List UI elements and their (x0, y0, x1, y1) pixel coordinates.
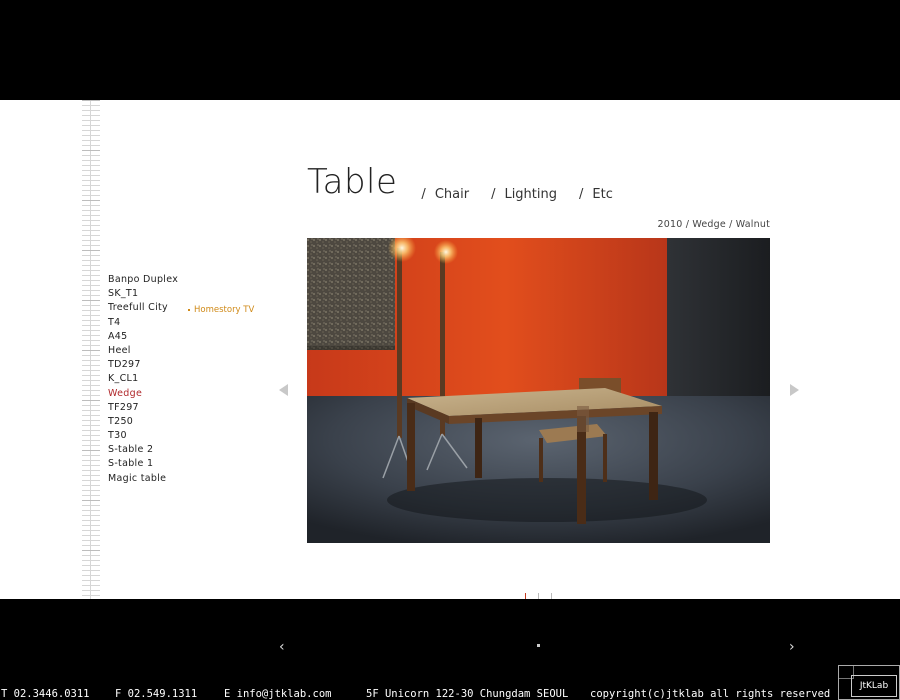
triangle-left-icon[interactable] (279, 384, 288, 396)
ruler-mark (82, 450, 100, 451)
list-item-s-table-1[interactable]: S-table 1 (108, 457, 178, 471)
triangle-right-icon[interactable] (790, 384, 799, 396)
ruler-mark (82, 100, 100, 101)
ruler-mark (82, 350, 100, 351)
list-item-treefull-city[interactable]: Treefull City (108, 301, 178, 315)
logo-text: JtKLab (851, 675, 897, 697)
fax: F 02.549.1311 (115, 688, 198, 700)
ruler-mark (82, 150, 100, 151)
nav-link-chair[interactable]: Chair (435, 187, 469, 202)
address: 5F Unicorn 122-30 Chungdam SEOUL (366, 688, 569, 700)
chevron-right-icon[interactable]: › (789, 639, 795, 655)
product-list: Banpo Duplex SK_T1 Treefull City T4 A45 … (108, 273, 178, 486)
content-area: Table / Chair / Lighting / Etc 2010 / Wedge / … (0, 100, 900, 599)
jtklab-logo[interactable]: JtKLab (838, 665, 900, 700)
ruler-mark (82, 250, 100, 251)
sublink-homestory-tv[interactable]: Homestory TV (188, 305, 254, 315)
list-item-a45[interactable]: A45 (108, 330, 178, 344)
sublink-label: Homestory TV (194, 305, 255, 315)
nav-separator: / (491, 187, 496, 202)
list-item-banpo-duplex[interactable]: Banpo Duplex (108, 273, 178, 287)
list-item-t250[interactable]: T250 (108, 415, 178, 429)
contact-info: T 02.3446.0311 F 02.549.1311 E info@jtkl… (0, 688, 900, 700)
ruler-mark (82, 200, 100, 201)
photo-caption: 2010 / Wedge / Walnut (657, 219, 770, 230)
category-title-table[interactable]: Table (307, 162, 397, 202)
ruler-mark (82, 300, 100, 301)
list-item-heel[interactable]: Heel (108, 344, 178, 358)
ruler-mark (82, 500, 100, 501)
side-ruler (82, 100, 100, 599)
list-item-wedge[interactable]: Wedge (108, 387, 178, 401)
list-item-t4[interactable]: T4 (108, 316, 178, 330)
copyright: copyright(c)jtklab all rights reserved (590, 688, 831, 700)
list-item-sk-t1[interactable]: SK_T1 (108, 287, 178, 301)
ruler-mark (82, 550, 100, 551)
ruler-mark (82, 400, 100, 401)
nav-link-lighting[interactable]: Lighting (504, 187, 557, 202)
pager-dot[interactable] (537, 644, 540, 647)
list-item-k-cl1[interactable]: K_CL1 (108, 372, 178, 386)
category-nav: Table / Chair / Lighting / Etc (307, 162, 613, 202)
top-black-bar (0, 0, 900, 100)
list-item-tf297[interactable]: TF297 (108, 401, 178, 415)
nav-link-etc[interactable]: Etc (592, 187, 612, 202)
email-link[interactable]: E info@jtklab.com (224, 688, 331, 700)
telephone: T 02.3446.0311 (1, 688, 90, 700)
footer: ‹ › T 02.3446.0311 F 02.549.1311 E info@… (0, 599, 900, 700)
nav-separator: / (579, 187, 584, 202)
product-photo (307, 238, 770, 543)
list-item-magic-table[interactable]: Magic table (108, 472, 178, 486)
list-item-s-table-2[interactable]: S-table 2 (108, 443, 178, 457)
nav-separator: / (421, 187, 426, 202)
list-item-td297[interactable]: TD297 (108, 358, 178, 372)
chevron-left-icon[interactable]: ‹ (279, 639, 285, 655)
bullet-icon (188, 308, 190, 311)
list-item-t30[interactable]: T30 (108, 429, 178, 443)
